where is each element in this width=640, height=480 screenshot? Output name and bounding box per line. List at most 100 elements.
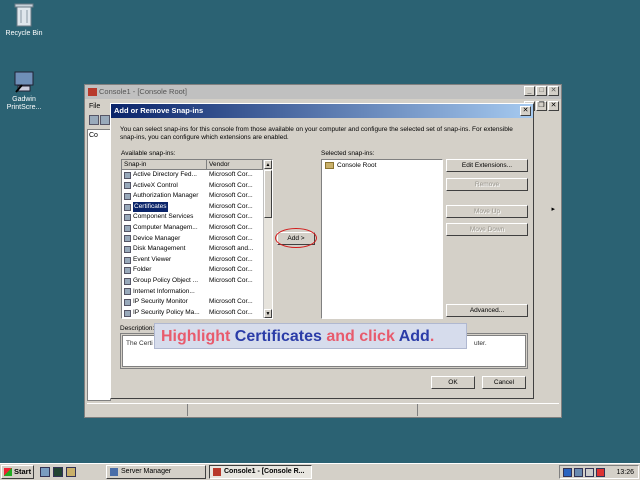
list-item[interactable]: Folder Microsoft Cor... [122, 265, 272, 276]
list-item[interactable]: Event Viewer Microsoft Cor... [122, 255, 272, 266]
snapin-name: Folder [133, 266, 152, 274]
mmc-title: Console1 - [Console Root] [99, 87, 187, 96]
column-snapin[interactable]: Snap-in [122, 160, 207, 169]
security-icon[interactable] [596, 468, 605, 477]
snapin-name: Event Viewer [133, 255, 172, 263]
menu-file[interactable]: File [89, 103, 100, 110]
child-close-button[interactable]: ✕ [548, 101, 559, 111]
snapin-icon [124, 203, 131, 211]
dialog-title: Add or Remove Snap-ins [114, 106, 204, 115]
list-item[interactable]: Component Services Microsoft Cor... [122, 212, 272, 223]
snapin-icon [124, 309, 131, 317]
remove-button[interactable]: Remove [446, 178, 528, 191]
server-manager-quicklaunch-icon[interactable] [40, 467, 50, 477]
powershell-quicklaunch-icon[interactable] [53, 467, 63, 477]
gadwin-printscreen-icon[interactable]: Gadwin PrintScre... [0, 68, 54, 112]
snapin-name: Internet Information... [133, 287, 195, 295]
description-text-end: uter. [474, 340, 487, 347]
mmc-app-icon [88, 88, 97, 96]
snapin-name: Active Directory Fed... [133, 171, 197, 178]
snapin-icon [124, 182, 131, 190]
list-item[interactable]: Internet Information... [122, 287, 272, 298]
list-item[interactable]: Certificates Microsoft Cor... [122, 201, 272, 213]
description-text-start: The Certi [126, 340, 153, 347]
dialog-close-button[interactable]: ✕ [520, 106, 531, 116]
snapin-name: IP Security Monitor [133, 298, 188, 306]
forward-icon[interactable] [100, 115, 110, 125]
snapin-vendor: Microsoft Cor... [209, 202, 253, 210]
highlight-circle [275, 228, 317, 248]
recycle-bin-icon[interactable]: Recycle Bin [0, 2, 54, 38]
console-root-node[interactable]: Co [88, 130, 110, 141]
list-item[interactable]: Group Policy Object ... Microsoft Cor... [122, 276, 272, 287]
callout-word-and-click: and click [326, 328, 395, 345]
selected-item-label: Console Root [337, 162, 377, 169]
column-vendor[interactable]: Vendor [207, 160, 263, 169]
minimize-button[interactable]: _ [524, 86, 535, 96]
list-scrollbar[interactable]: ▲ ▼ [263, 160, 272, 318]
snapin-name: Device Manager [133, 234, 181, 242]
callout-word-highlight: Highlight [161, 328, 231, 345]
network-icon[interactable] [563, 468, 572, 477]
snapin-icon [124, 214, 131, 222]
snapin-vendor: Microsoft Cor... [209, 213, 253, 221]
start-label: Start [14, 467, 32, 476]
snapin-vendor: Microsoft Cor... [209, 276, 253, 284]
child-restore-button[interactable]: ❐ [536, 101, 547, 111]
list-item[interactable]: IP Security Monitor Microsoft Cor... [122, 297, 272, 308]
taskbar-item-console1[interactable]: Console1 - [Console R... [209, 465, 312, 479]
snapin-icon [124, 192, 131, 200]
add-remove-snapins-dialog: Add or Remove Snap-ins ✕ You can select … [110, 103, 534, 399]
windows-logo-icon [4, 468, 12, 476]
back-icon[interactable] [89, 115, 99, 125]
maximize-button[interactable]: □ [536, 86, 547, 96]
snapin-icon [124, 298, 131, 306]
snapin-icon [124, 267, 131, 275]
callout-word-certificates: Certificates [234, 328, 322, 345]
dialog-titlebar[interactable]: Add or Remove Snap-ins ✕ [111, 104, 533, 118]
list-item[interactable]: Active Directory Fed... Microsoft Cor... [122, 170, 272, 181]
close-button[interactable]: ✕ [548, 86, 559, 96]
snapin-vendor: Microsoft Cor... [209, 192, 253, 200]
start-button[interactable]: Start [1, 465, 34, 479]
scroll-up-icon[interactable]: ▲ [264, 160, 272, 169]
snapin-vendor: Microsoft Cor... [209, 308, 253, 316]
snapin-name: ActiveX Control [133, 181, 178, 189]
list-item[interactable]: Computer Managem... Microsoft Cor... [122, 223, 272, 234]
console-tree[interactable]: Co [87, 129, 111, 401]
taskbar: Start Server Manager Console1 - [Console… [0, 463, 640, 480]
list-item[interactable]: Console Root [322, 160, 442, 171]
scroll-down-icon[interactable]: ▼ [264, 309, 272, 318]
list-item[interactable]: Disk Management Microsoft and... [122, 244, 272, 255]
list-header: Snap-in Vendor [122, 160, 272, 170]
printscreen-tray-icon[interactable] [585, 468, 594, 477]
snapin-name: Component Services [133, 213, 194, 221]
list-item[interactable]: Device Manager Microsoft Cor... [122, 234, 272, 245]
actions-pane: ▸ [533, 129, 559, 401]
available-snapins-list[interactable]: Snap-in Vendor Active Directory Fed... Mi… [121, 159, 273, 319]
selected-snapins-list[interactable]: Console Root [321, 159, 443, 319]
advanced-button[interactable]: Advanced... [446, 304, 528, 317]
ok-button[interactable]: OK [431, 376, 475, 389]
snapin-vendor: Microsoft Cor... [209, 234, 253, 242]
task-label: Console1 - [Console R... [224, 468, 305, 475]
monitor-icon[interactable] [574, 468, 583, 477]
snapin-vendor [207, 287, 263, 298]
arrow-right-icon[interactable]: ▸ [551, 205, 555, 213]
task-label: Server Manager [121, 468, 172, 475]
taskbar-item-server-manager[interactable]: Server Manager [106, 465, 206, 479]
edit-extensions-button[interactable]: Edit Extensions... [446, 159, 528, 172]
snapin-name: Group Policy Object ... [133, 276, 199, 284]
move-up-button[interactable]: Move Up [446, 205, 528, 218]
snapin-icon [124, 256, 131, 264]
nav-toolbar [89, 115, 111, 126]
explorer-quicklaunch-icon[interactable] [66, 467, 76, 477]
list-item[interactable]: IP Security Policy Ma... Microsoft Cor... [122, 308, 272, 318]
scroll-thumb[interactable] [264, 170, 272, 218]
mmc-icon [213, 468, 221, 476]
move-down-button[interactable]: Move Down [446, 223, 528, 236]
cancel-button[interactable]: Cancel [482, 376, 526, 389]
list-item[interactable]: Authorization Manager Microsoft Cor... [122, 191, 272, 202]
mmc-titlebar[interactable]: Console1 - [Console Root] _ □ ✕ [85, 85, 561, 99]
list-item[interactable]: ActiveX Control Microsoft Cor... [122, 181, 272, 192]
